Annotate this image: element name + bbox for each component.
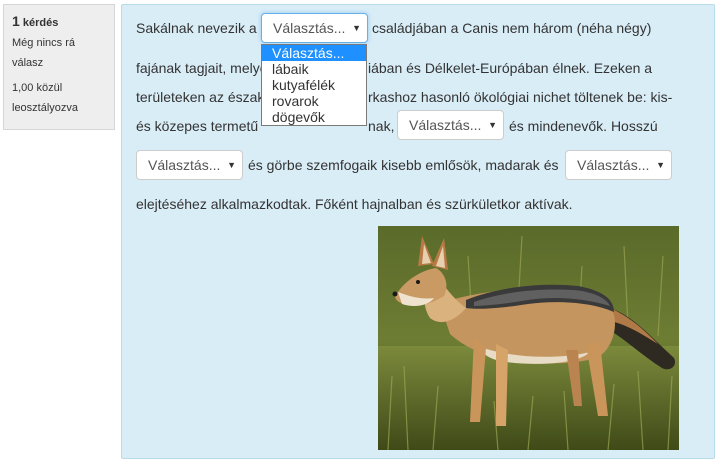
chevron-down-icon: ▼ [488,120,497,130]
dropdown-option[interactable]: dögevők [262,109,366,125]
text-line2b: iában és Délkelet-Európában élnek. Ezeke… [368,60,653,76]
chevron-down-icon: ▼ [352,23,361,33]
question-grade: 1,00 közül leosztályozva [12,82,79,114]
text-line3a: területeken az északa [136,89,273,105]
text-line5: és görbe szemfogaik kisebb emlősök, mada… [248,157,559,173]
text-line4a: és közepes termetű [136,118,259,134]
select-1[interactable]: Választás... ▼ [261,13,368,43]
dropdown-option[interactable]: lábaik [262,61,366,77]
text-line1a: Sakálnak nevezik a [136,20,257,36]
text-line4b: nak, [368,118,395,134]
text-line6: elejtéséhez alkalmazkodtak. Főként hajna… [136,196,573,212]
jackal-photo [378,226,679,450]
select-2[interactable]: Választás... ▼ [397,110,504,140]
text-line3b: rkashoz hasonló ökológiai nichet töltene… [368,89,673,105]
select-1-dropdown-list[interactable]: Választás... lábaik kutyafélék rovarok d… [261,44,367,126]
dropdown-option[interactable]: kutyafélék [262,77,366,93]
chevron-down-icon: ▼ [227,160,236,170]
select-4[interactable]: Választás... ▼ [565,150,672,180]
question-status: Még nincs rá válasz [12,37,75,69]
question-info: 1 kérdés Még nincs rá válasz 1,00 közül … [3,4,115,130]
select-3[interactable]: Választás... ▼ [136,150,243,180]
chevron-down-icon: ▼ [656,160,665,170]
text-line1b: családjában a Canis nem három (néha négy… [372,20,652,36]
dropdown-option[interactable]: rovarok [262,93,366,109]
text-line4c: és mindenevők. Hosszú [509,118,658,134]
question-number: 1 kérdés [12,13,59,29]
text-line2a: fajának tagjait, melye [136,60,268,76]
dropdown-option[interactable]: Választás... [262,45,366,61]
